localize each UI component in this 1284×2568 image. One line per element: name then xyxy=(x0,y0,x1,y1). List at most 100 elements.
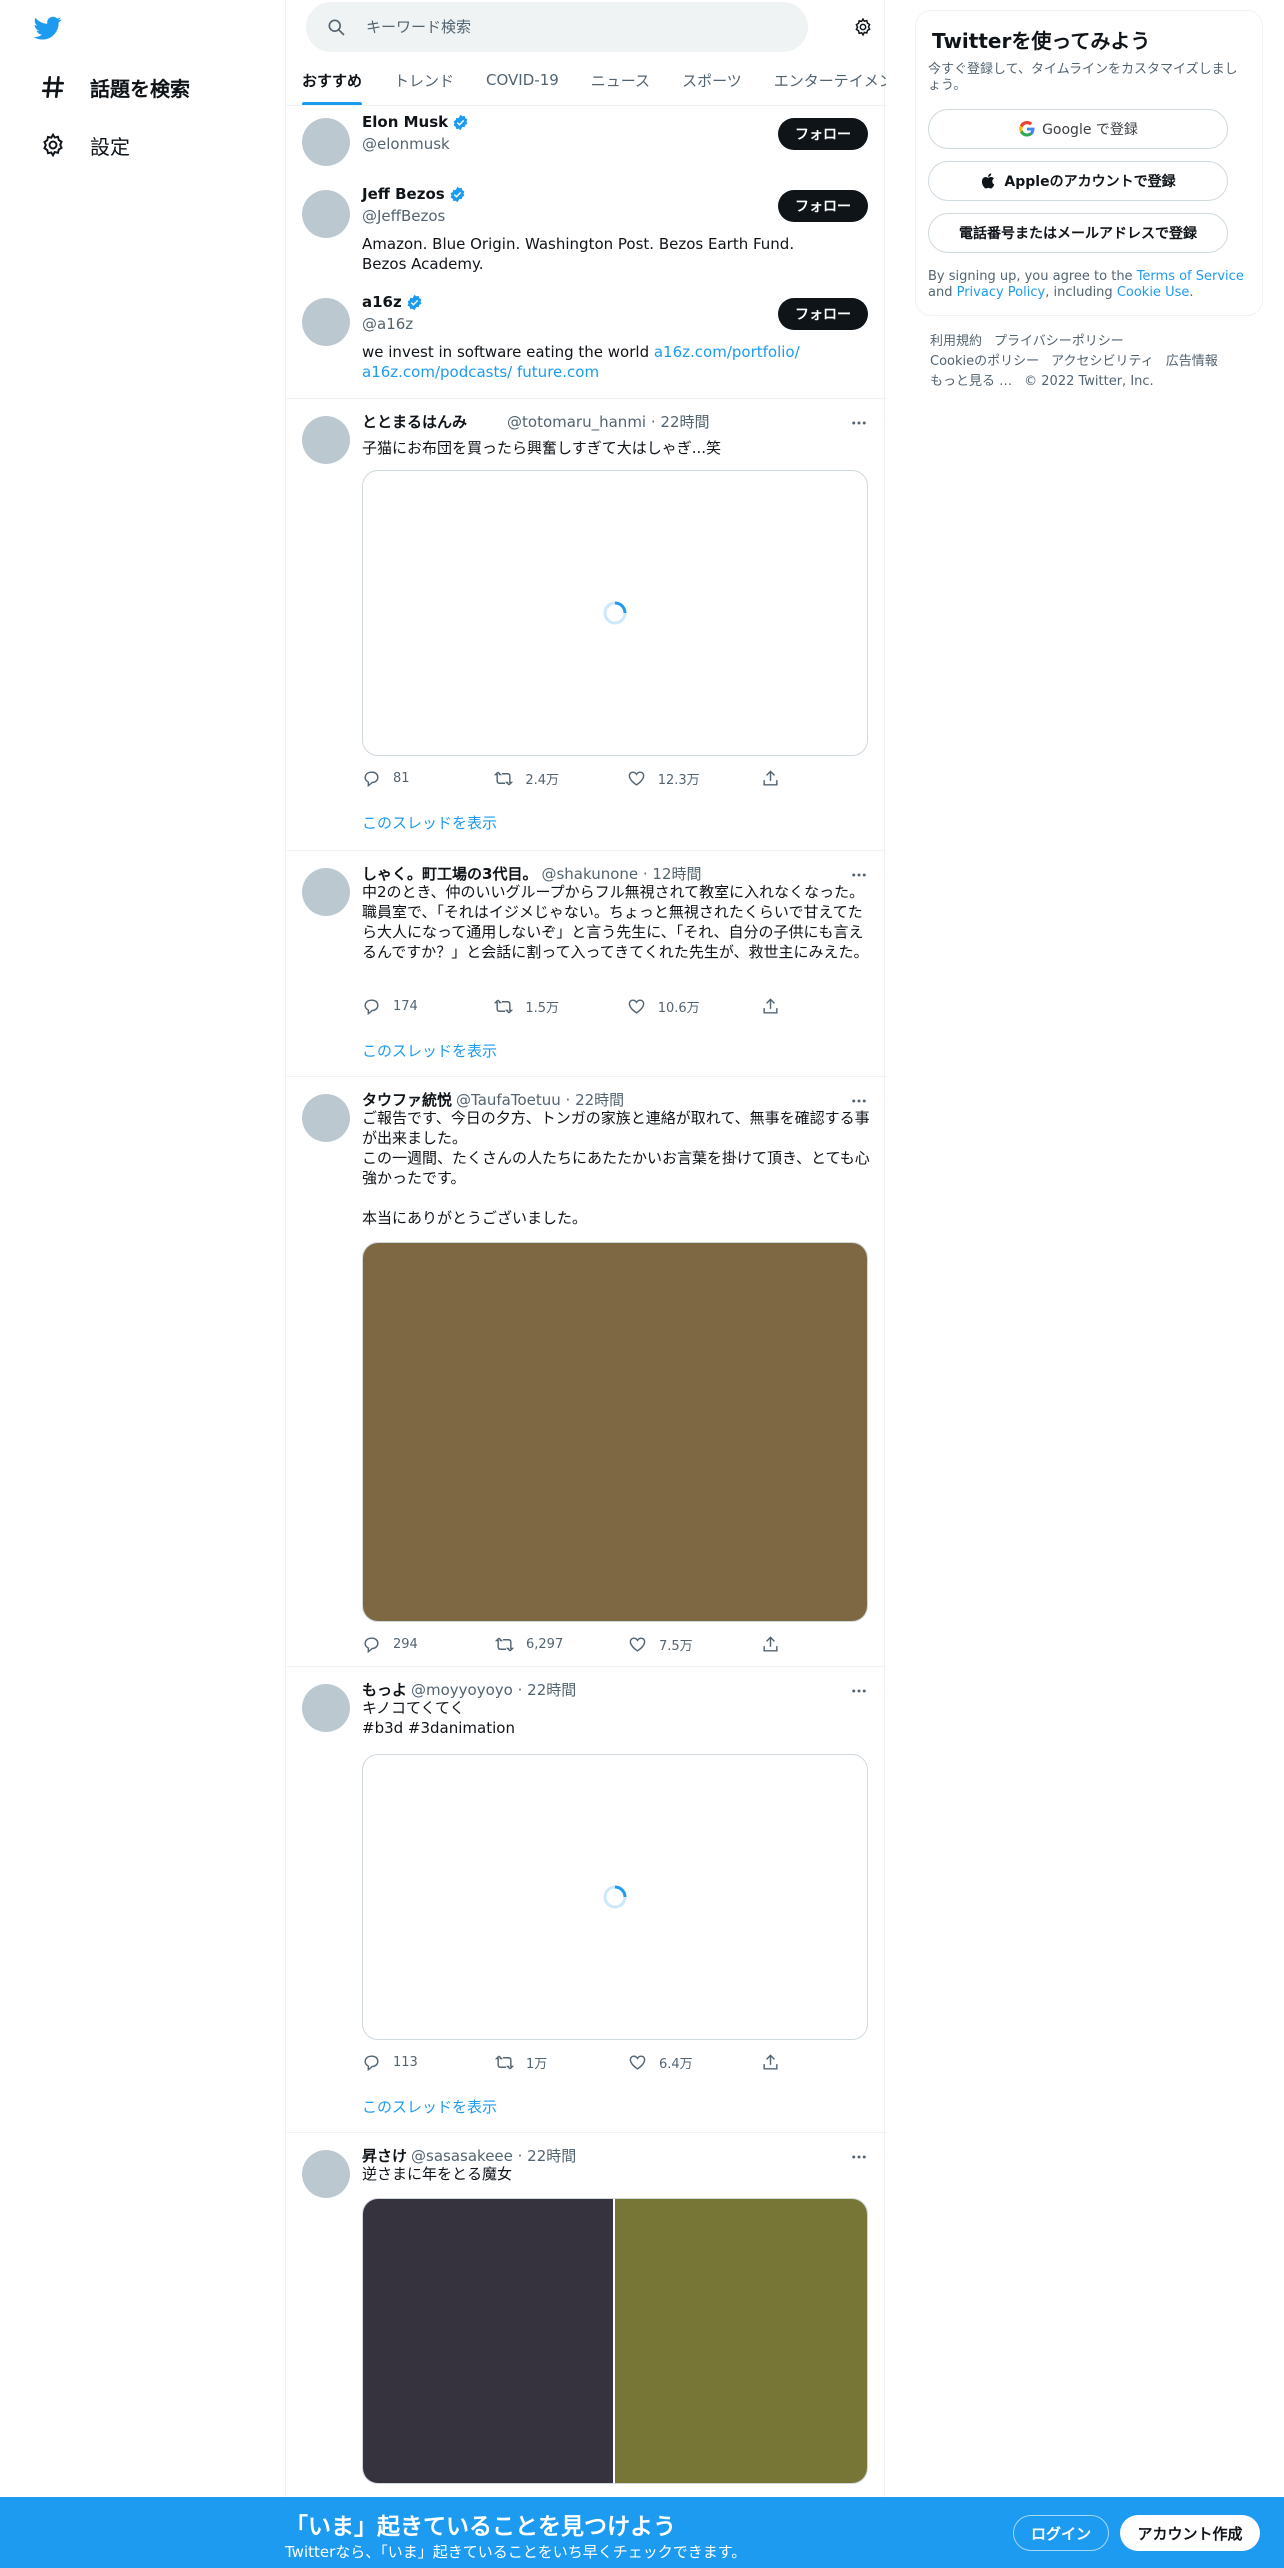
nav-settings[interactable]: 設定 xyxy=(30,118,138,172)
footer-link-more[interactable]: もっと見る … xyxy=(930,374,1012,389)
privacy-link[interactable]: Privacy Policy xyxy=(957,285,1046,300)
apple-signup-button[interactable]: Appleのアカウントで登録 xyxy=(928,161,1228,201)
tweet-photo-grid[interactable] xyxy=(362,2198,868,2484)
reply-button[interactable]: 174 xyxy=(362,994,433,1018)
banner-headline: 「いま」起きていることを見つけよう xyxy=(285,2514,676,2540)
create-account-button[interactable]: アカウント作成 xyxy=(1120,2515,1260,2551)
retweet-icon xyxy=(494,771,514,785)
search-icon xyxy=(328,19,345,36)
retweet-button[interactable]: 1万 xyxy=(495,2050,566,2074)
follow-button[interactable]: フォロー xyxy=(778,298,868,330)
tab-for-you[interactable]: おすすめ xyxy=(286,54,378,105)
share-icon xyxy=(763,769,778,786)
tweet-media[interactable] xyxy=(362,1754,868,2040)
avatar[interactable] xyxy=(302,118,350,166)
bio-link[interactable]: a16z.com/portfolio/ xyxy=(654,343,800,361)
tab-news[interactable]: ニュース xyxy=(575,54,666,105)
avatar[interactable] xyxy=(302,868,350,916)
like-button[interactable]: 10.6万 xyxy=(627,994,700,1018)
bio-link[interactable]: future.com xyxy=(517,363,599,381)
tab-trending[interactable]: トレンド xyxy=(378,54,470,105)
tweet-author-name[interactable]: 昇さけ xyxy=(362,2145,407,2166)
more-options-button[interactable] xyxy=(846,410,872,436)
tab-sports[interactable]: スポーツ xyxy=(666,54,758,105)
show-thread-link[interactable]: このスレッドを表示 xyxy=(362,2096,497,2117)
login-button[interactable]: ログイン xyxy=(1013,2515,1109,2551)
retweet-button[interactable]: 1.5万 xyxy=(494,994,565,1018)
share-button[interactable] xyxy=(761,994,792,1018)
bio-link[interactable]: a16z.com/podcasts/ xyxy=(362,363,512,381)
tweet-hashtags[interactable]: #b3d #3danimation xyxy=(362,1718,872,1738)
user-display-name[interactable]: Elon Musk xyxy=(362,113,469,131)
search-input[interactable] xyxy=(366,18,786,36)
tweet-author-name[interactable]: タウファ統悦 xyxy=(362,1089,452,1110)
avatar[interactable] xyxy=(302,190,350,238)
tweet-meta[interactable]: @totomaru_hanmi · 22時間 xyxy=(507,411,709,432)
footer-link-privacy[interactable]: プライバシーポリシー xyxy=(994,334,1124,349)
tweet-text: 子猫にお布団を買ったら興奮しすぎて大はしゃぎ...笑 xyxy=(362,439,722,457)
search-bar[interactable] xyxy=(306,2,808,52)
photo-placeholder[interactable] xyxy=(615,2199,867,2483)
footer-link-accessibility[interactable]: アクセシビリティ xyxy=(1051,354,1154,369)
like-button[interactable]: 12.3万 xyxy=(627,766,700,790)
tweet-meta[interactable]: @moyyoyoyo · 22時間 xyxy=(411,1679,576,1700)
tweet-header: タウファ統悦 @TaufaToetuu · 22時間 xyxy=(362,1089,624,1110)
twitter-logo-icon[interactable] xyxy=(32,14,64,42)
banner-subline: Twitterなら、「いま」起きていることをいち早くチェックできます。 xyxy=(285,2543,747,2561)
google-signup-button[interactable]: Google で登録 xyxy=(928,109,1228,149)
user-display-name[interactable]: Jeff Bezos xyxy=(362,185,466,203)
avatar[interactable] xyxy=(302,1094,350,1142)
reply-button[interactable]: 113 xyxy=(362,2050,433,2074)
tweet-author-name[interactable]: しゃく。町工場の3代目。 xyxy=(362,863,537,884)
tweet-header: もっよ @moyyoyoyo · 22時間 xyxy=(362,1679,576,1700)
divider xyxy=(286,1076,886,1077)
verified-badge-icon xyxy=(453,114,468,130)
tab-covid[interactable]: COVID-19 xyxy=(470,54,575,105)
tweet-meta[interactable]: @sasasakeee · 22時間 xyxy=(411,2145,576,2166)
verified-badge-icon xyxy=(407,294,422,310)
footer-link-terms[interactable]: 利用規約 xyxy=(930,334,982,349)
avatar[interactable] xyxy=(302,416,350,464)
reply-icon xyxy=(364,1636,379,1653)
user-handle: @elonmusk xyxy=(362,135,450,153)
footer-link-cookies[interactable]: Cookieのポリシー xyxy=(930,354,1039,369)
reply-button[interactable]: 81 xyxy=(362,766,433,790)
show-thread-link[interactable]: このスレッドを表示 xyxy=(362,812,497,833)
gear-icon xyxy=(38,130,68,160)
tweet-media[interactable] xyxy=(362,470,868,756)
footer-link-ads[interactable]: 広告情報 xyxy=(1166,354,1218,369)
retweet-button[interactable]: 2.4万 xyxy=(494,766,565,790)
tweet-photo[interactable] xyxy=(362,1242,868,1622)
terms-link[interactable]: Terms of Service xyxy=(1137,269,1244,284)
footer-links: 利用規約 プライバシーポリシー Cookieのポリシー アクセシビリティ 広告情報 も… xyxy=(930,332,1250,392)
tweet-meta[interactable]: @TaufaToetuu · 22時間 xyxy=(456,1089,624,1110)
avatar[interactable] xyxy=(302,2150,350,2198)
follow-button[interactable]: フォロー xyxy=(778,118,868,150)
share-button[interactable] xyxy=(761,1632,792,1656)
avatar[interactable] xyxy=(302,298,350,346)
hashtag-icon xyxy=(38,72,68,102)
reply-button[interactable]: 294 xyxy=(362,1632,433,1656)
like-button[interactable]: 6.4万 xyxy=(628,2050,699,2074)
photo-placeholder[interactable] xyxy=(363,2199,615,2483)
user-display-name[interactable]: a16z xyxy=(362,293,423,311)
tweet-author-name[interactable]: もっよ xyxy=(362,1679,407,1700)
share-icon xyxy=(763,1635,778,1652)
share-button[interactable] xyxy=(761,766,792,790)
avatar[interactable] xyxy=(302,1684,350,1732)
show-thread-link[interactable]: このスレッドを表示 xyxy=(362,1040,497,1061)
retweet-button[interactable]: 6,297 xyxy=(495,1632,566,1656)
explore-settings-button[interactable] xyxy=(848,12,878,42)
divider xyxy=(286,398,886,399)
retweet-icon xyxy=(494,999,514,1013)
tweet-meta[interactable]: @shakunone · 12時間 xyxy=(541,863,701,884)
tweet-author-name[interactable]: ととまるはんみ xyxy=(362,411,467,432)
cookie-link[interactable]: Cookie Use xyxy=(1117,285,1190,300)
share-button[interactable] xyxy=(761,2050,792,2074)
follow-button[interactable]: フォロー xyxy=(778,190,868,222)
phone-email-signup-button[interactable]: 電話番号またはメールアドレスで登録 xyxy=(928,213,1228,253)
nav-explore[interactable]: 話題を検索 xyxy=(30,60,198,114)
tab-entertainment[interactable]: エンターテイメント xyxy=(758,54,886,105)
signup-banner: 「いま」起きていることを見つけよう Twitterなら、「いま」起きていることを… xyxy=(0,2497,1284,2568)
like-button[interactable]: 7.5万 xyxy=(628,1632,699,1656)
